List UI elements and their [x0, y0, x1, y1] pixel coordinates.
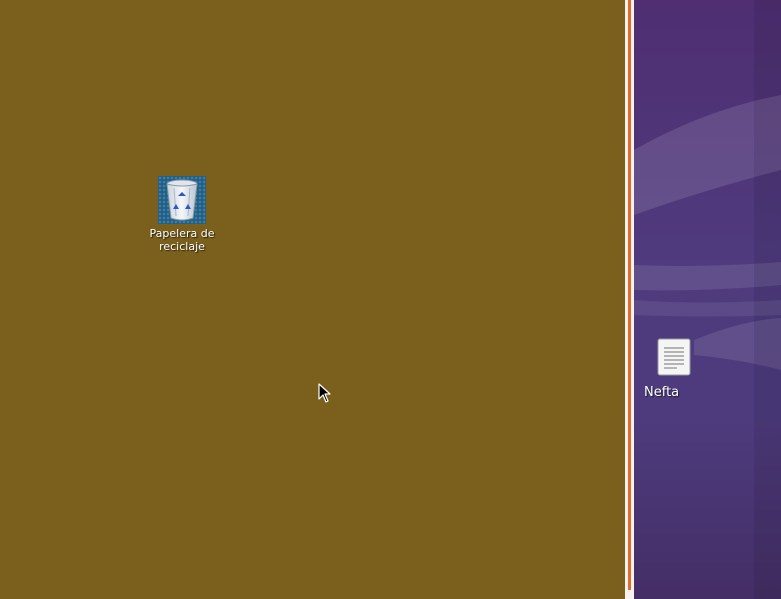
recycle-bin-graphic [166, 179, 198, 221]
vm-desktop[interactable]: Papelera de reciclaje [0, 0, 625, 599]
host-desktop[interactable]: Nefta [634, 0, 781, 599]
vm-border-accent [628, 0, 631, 590]
recycle-bin-icon [158, 176, 206, 224]
nefta-file-label: Nefta [644, 385, 680, 400]
recycle-bin-label: Papelera de reciclaje [149, 227, 215, 253]
mouse-pointer-icon [318, 383, 331, 403]
vm-window-border [625, 0, 634, 599]
screen: Papelera de reciclaje Nefta [0, 0, 781, 599]
text-document-icon [657, 338, 690, 376]
wallpaper-waves [634, 0, 781, 599]
recycle-bin-shortcut[interactable]: Papelera de reciclaje [148, 176, 216, 253]
nefta-file-shortcut[interactable]: Nefta [638, 338, 698, 401]
